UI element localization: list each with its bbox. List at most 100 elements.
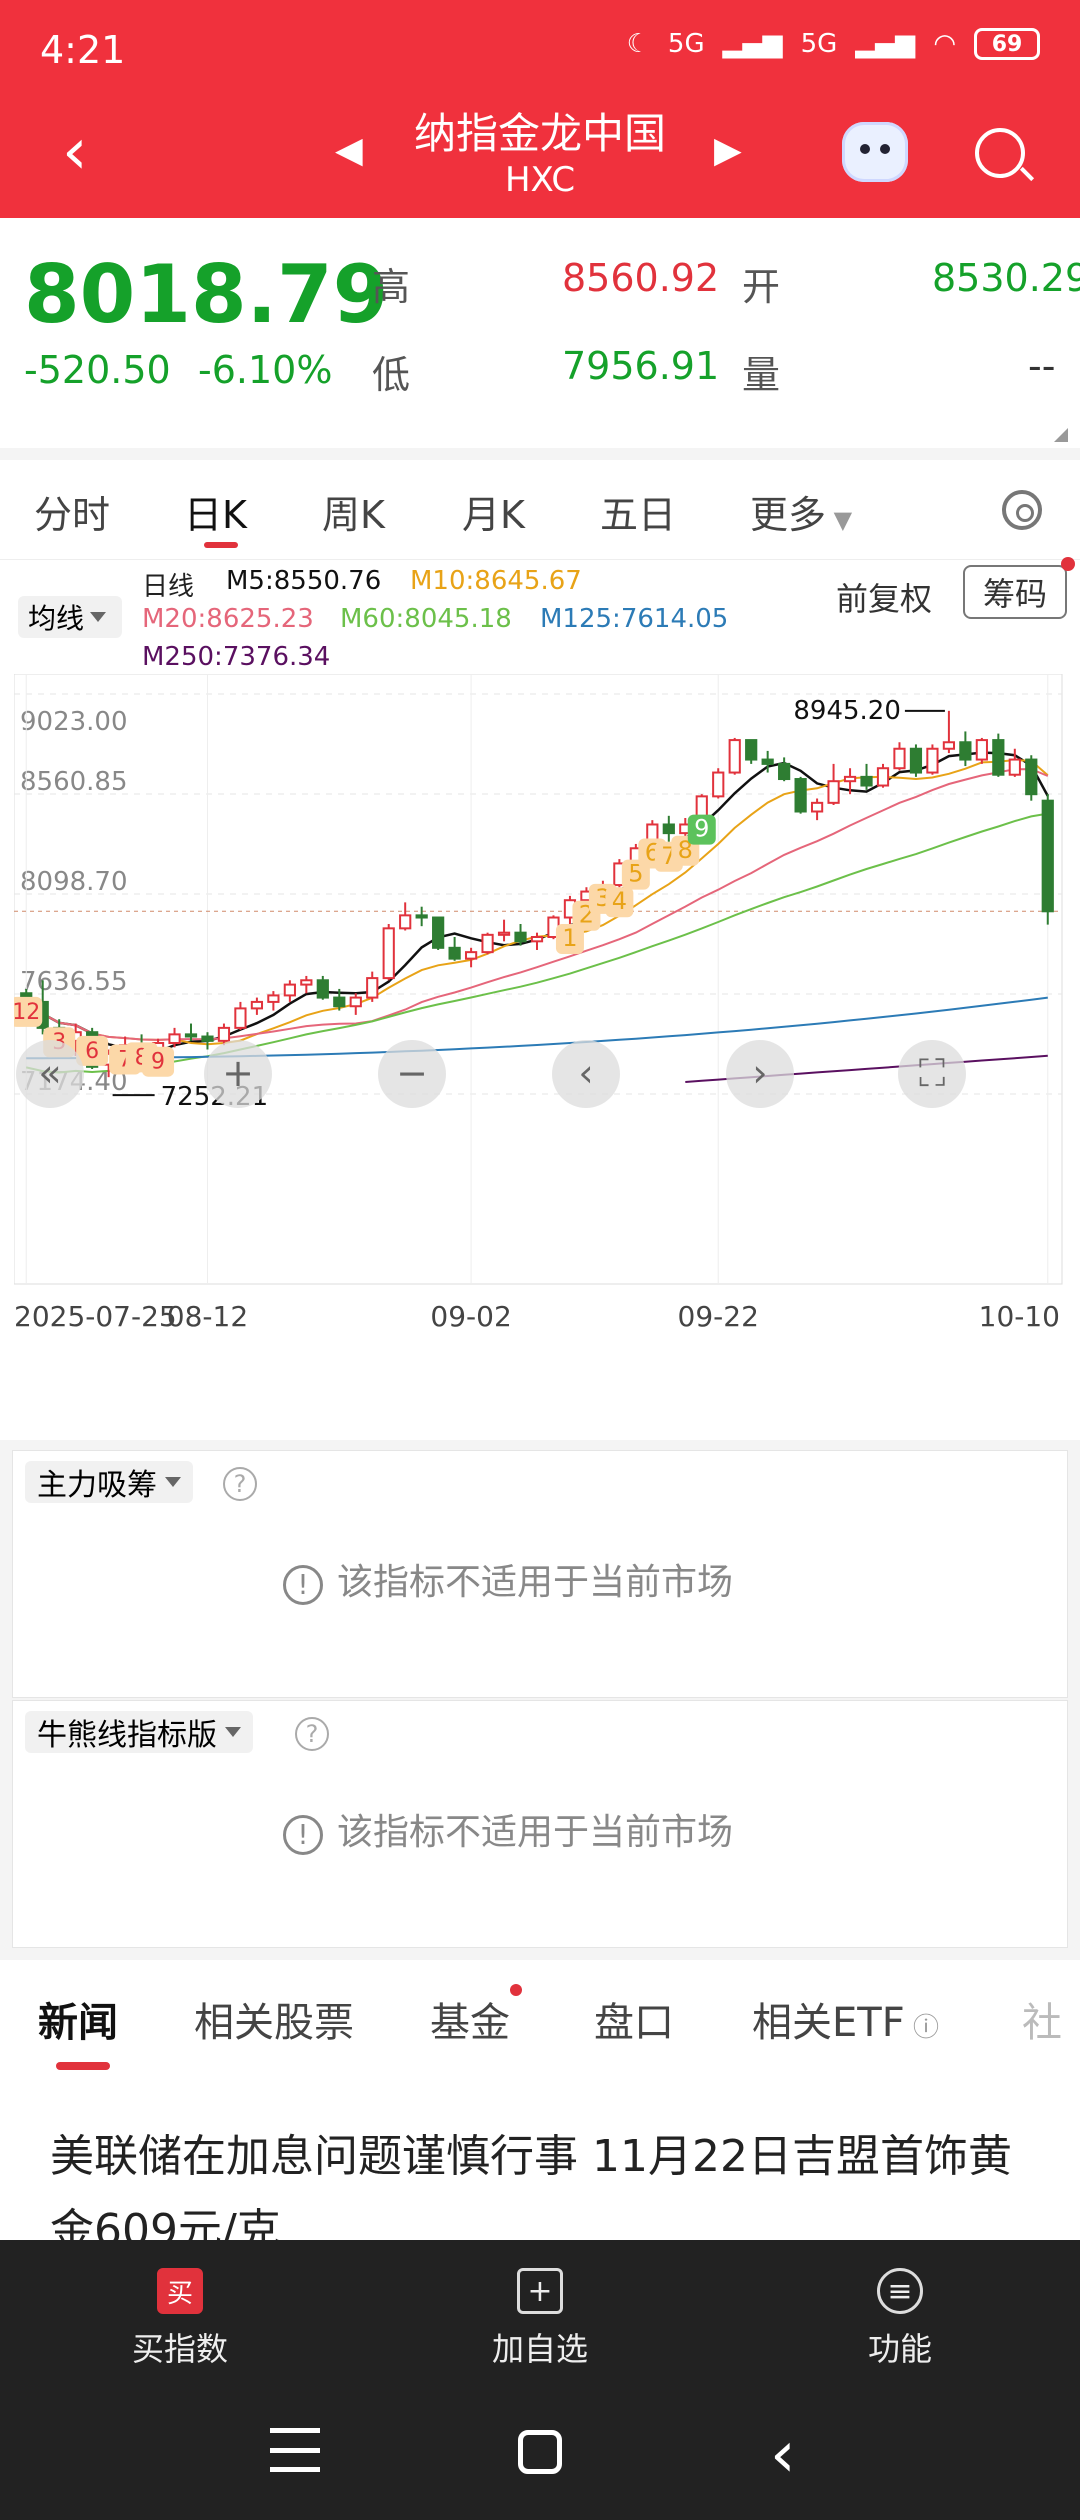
x-tick-label: 2025-07-25 <box>14 1300 177 1333</box>
ma60-label: M60:8045.18 <box>340 604 512 634</box>
candle-body <box>992 739 1005 776</box>
plus-square-icon: + <box>517 2268 563 2314</box>
adjustment-type[interactable]: 前复权 <box>836 574 932 620</box>
status-bar: 4:21 ☾ 5G ▂▄▆ 5G ▂▄▆ ◠ 69 <box>0 0 1080 100</box>
news-tabs: 新闻 相关股票 基金 盘口 相关ETF ⓘ 社 <box>0 1960 1080 2080</box>
tab-community[interactable]: 社 <box>1022 1990 1062 2048</box>
functions-button[interactable]: ≡ 功能 <box>800 2268 1000 2370</box>
chart-control-zoom-in[interactable]: + <box>204 1040 272 1108</box>
candle-body <box>745 739 758 761</box>
candle-body <box>481 933 494 954</box>
robot-assistant-icon[interactable] <box>842 122 908 182</box>
tab-monthly-k[interactable]: 月K <box>462 484 525 539</box>
candle-body <box>497 931 511 936</box>
candle-body <box>959 741 972 761</box>
tab-news[interactable]: 新闻 <box>38 1990 118 2070</box>
tab-funds-label: 基金 <box>430 2000 510 2046</box>
recent-apps-icon[interactable] <box>270 2428 320 2472</box>
indicator-unavailable-text: 该指标不适用于当前市场 <box>337 1562 734 1603</box>
help-icon[interactable]: ? <box>295 1717 329 1751</box>
chart-control-prev[interactable]: ‹ <box>552 1040 620 1108</box>
candle-body <box>876 767 890 787</box>
ma5-label: M5:8550.76 <box>226 566 382 596</box>
volume-label: 量 <box>742 353 781 397</box>
period-tabs: 分时 日K 周K 月K 五日 更多 ▼ <box>0 460 1080 560</box>
status-time: 4:21 <box>40 28 126 72</box>
tab-intraday[interactable]: 分时 <box>34 484 110 539</box>
chart-control-zoom-out[interactable]: − <box>378 1040 446 1108</box>
quote-panel: 8018.79 -520.50 -6.10% 高 8560.92 开 8530.… <box>0 218 1080 448</box>
next-index-icon[interactable]: ▶ <box>714 130 742 171</box>
candle-body <box>382 927 395 980</box>
wifi-icon: ◠ <box>933 29 956 59</box>
indicator-panel-main-capital: 主力吸筹 ? ! 该指标不适用于当前市场 <box>12 1450 1068 1698</box>
candle-body <box>283 983 296 997</box>
indicator-panel-bull-bear: 牛熊线指标版 ? ! 该指标不适用于当前市场 <box>12 1700 1068 1948</box>
chart-control-fullscreen[interactable]: ⛶ <box>898 1040 966 1108</box>
home-icon[interactable] <box>518 2430 562 2474</box>
search-icon[interactable] <box>975 128 1025 178</box>
tab-five-day[interactable]: 五日 <box>600 484 676 539</box>
active-tab-indicator <box>204 542 238 548</box>
candle-body <box>464 951 478 960</box>
candle-body <box>399 914 412 930</box>
tab-weekly-k[interactable]: 周K <box>322 484 385 539</box>
candle-body <box>778 762 791 781</box>
tab-funds[interactable]: 基金 <box>430 1984 522 2048</box>
candle-body <box>415 914 428 919</box>
help-icon: ⓘ <box>904 2013 939 2043</box>
candle-body <box>366 977 379 999</box>
indicator-unavailable-message: ! 该指标不适用于当前市场 <box>283 1803 733 1855</box>
ma-selector[interactable]: 均线 <box>18 596 122 638</box>
chart-control-glyph: « <box>38 1051 61 1095</box>
chart-control-rewind[interactable]: « <box>16 1040 84 1108</box>
tab-more-label: 更多 <box>750 493 827 537</box>
tab-related-etf[interactable]: 相关ETF ⓘ <box>752 1990 939 2048</box>
indicator-unavailable-text: 该指标不适用于当前市场 <box>337 1812 734 1853</box>
tab-news-label: 新闻 <box>38 2000 118 2046</box>
system-back-icon[interactable]: ‹ <box>770 2418 796 2492</box>
x-tick-label: 09-02 <box>430 1300 511 1333</box>
indicator-unavailable-message: ! 该指标不适用于当前市场 <box>283 1553 733 1605</box>
functions-label: 功能 <box>867 2330 932 2368</box>
indicator-selector-1-label: 主力吸筹 <box>37 1468 157 1503</box>
ma-line-m5 <box>25 751 1049 1053</box>
chart-control-next[interactable]: › <box>726 1040 794 1108</box>
kline-chart[interactable]: 9023.008560.858098.707636.557174.402025-… <box>14 674 1066 1364</box>
volume-value: -- <box>1028 344 1056 388</box>
expand-corner-icon[interactable] <box>1054 428 1068 442</box>
ma-line-m10 <box>25 758 1049 1046</box>
tab-daily-k-label: 日K <box>184 493 247 537</box>
news-list: 美联储在加息问题谨慎行事 11月22日吉盟首饰黄金609元/克 <box>0 2080 1080 2240</box>
chip-distribution-button[interactable]: 筹码 <box>963 557 1075 619</box>
add-watchlist-label: 加自选 <box>491 2330 588 2368</box>
td-label: 12 <box>14 1000 40 1025</box>
candle-body <box>810 801 824 813</box>
indicator-selector-2[interactable]: 牛熊线指标版 <box>25 1711 253 1753</box>
candle-body <box>909 747 923 774</box>
indicator-selector-1[interactable]: 主力吸筹 <box>25 1461 193 1503</box>
x-tick-label: 09-22 <box>678 1300 759 1333</box>
candle-body <box>843 775 857 783</box>
tab-daily-k[interactable]: 日K <box>184 484 247 548</box>
settings-icon[interactable] <box>1002 490 1042 530</box>
news-headline[interactable]: 美联储在加息问题谨慎行事 11月22日吉盟首饰黄金609元/克 <box>50 2120 1030 2240</box>
indicator-selector-2-label: 牛熊线指标版 <box>37 1718 217 1753</box>
candle-body <box>267 994 280 1003</box>
help-icon[interactable]: ? <box>223 1467 257 1501</box>
network-5g-1: 5G <box>667 29 705 59</box>
y-tick-label: 8098.70 <box>20 867 128 897</box>
tab-related-stocks[interactable]: 相关股票 <box>194 1990 354 2048</box>
tab-more[interactable]: 更多 ▼ <box>750 484 852 539</box>
add-watchlist-button[interactable]: + 加自选 <box>440 2268 640 2370</box>
x-tick-label: 08-12 <box>167 1300 248 1333</box>
high-value: 8560.92 <box>562 256 720 300</box>
buy-index-button[interactable]: 买 买指数 <box>80 2268 280 2370</box>
notification-dot <box>510 1984 522 1996</box>
index-title: 纳指金龙中国 <box>413 109 666 158</box>
chevron-down-icon <box>225 1727 241 1737</box>
ma125-label: M125:7614.05 <box>540 604 729 634</box>
tab-order-book[interactable]: 盘口 <box>594 1990 674 2048</box>
candle-body <box>530 935 544 943</box>
low-value: 7956.91 <box>562 344 720 388</box>
